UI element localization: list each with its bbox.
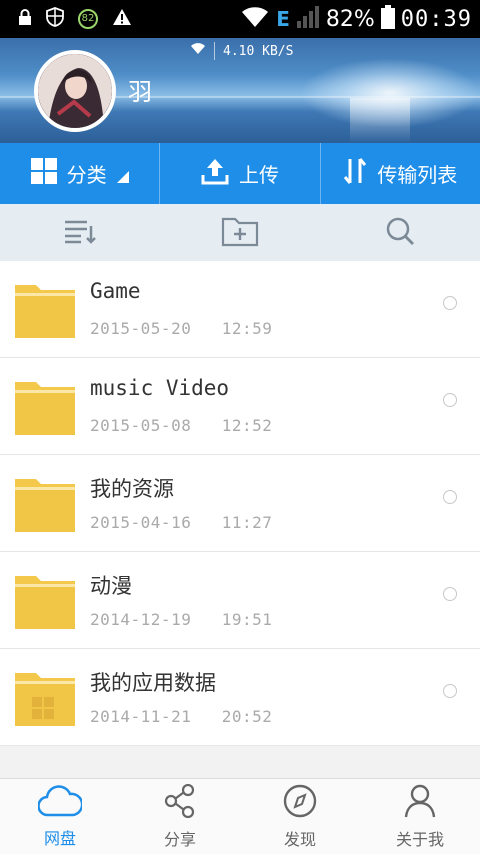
file-date: 2015-05-08 12:52 bbox=[90, 416, 273, 435]
folder-icon bbox=[14, 283, 76, 339]
compass-icon bbox=[283, 784, 317, 822]
wifi-small-icon bbox=[190, 43, 206, 59]
profile-header: 4.10 KB/S 羽 bbox=[0, 38, 480, 143]
list-item[interactable]: music Video 2015-05-08 12:52 bbox=[0, 358, 480, 455]
cloud-icon bbox=[37, 784, 84, 821]
share-icon bbox=[164, 783, 196, 822]
battery-percent: 82% bbox=[325, 6, 375, 32]
avatar[interactable] bbox=[34, 50, 116, 132]
list-item[interactable]: 我的资源 2015-04-16 11:27 bbox=[0, 455, 480, 552]
dropdown-triangle-icon bbox=[116, 159, 129, 188]
file-list: Game 2015-05-20 12:59 music Video 2015-0… bbox=[0, 261, 480, 746]
tab-label: 发现 bbox=[283, 829, 316, 849]
file-name: Game bbox=[90, 279, 141, 303]
select-radio[interactable] bbox=[443, 296, 457, 310]
list-footer-spacer bbox=[0, 746, 480, 778]
tab-label: 网盘 bbox=[43, 828, 76, 848]
tab-discover[interactable]: 发现 bbox=[240, 779, 360, 854]
folder-icon bbox=[14, 574, 76, 630]
status-bar: 82 E 82% 00:39 bbox=[0, 0, 480, 38]
shield-icon bbox=[46, 7, 64, 31]
app-data-folder-icon bbox=[14, 671, 76, 727]
file-name: 动漫 bbox=[90, 574, 132, 598]
grid-icon bbox=[30, 158, 57, 189]
tab-cloud-drive[interactable]: 网盘 bbox=[0, 779, 120, 854]
wifi-icon bbox=[240, 6, 270, 32]
file-name: 我的资源 bbox=[90, 477, 174, 501]
tab-share[interactable]: 分享 bbox=[120, 779, 240, 854]
category-button[interactable]: 分类 bbox=[0, 143, 159, 204]
battery-icon bbox=[380, 5, 395, 33]
tab-label: 分享 bbox=[163, 829, 196, 849]
list-item[interactable]: 我的应用数据 2014-11-21 20:52 bbox=[0, 649, 480, 746]
select-radio[interactable] bbox=[443, 490, 457, 504]
file-name: music Video bbox=[90, 376, 230, 400]
warning-icon bbox=[112, 8, 132, 30]
select-radio[interactable] bbox=[443, 684, 457, 698]
new-folder-icon bbox=[221, 215, 259, 251]
category-label: 分类 bbox=[66, 163, 107, 187]
upload-button[interactable]: 上传 bbox=[159, 143, 319, 204]
select-radio[interactable] bbox=[443, 587, 457, 601]
transfer-speed: 4.10 KB/S bbox=[190, 42, 293, 60]
transfer-list-label: 传输列表 bbox=[377, 163, 458, 187]
username[interactable]: 羽 bbox=[128, 72, 152, 107]
search-button[interactable] bbox=[320, 204, 480, 261]
tab-label: 关于我 bbox=[395, 829, 444, 849]
file-name: 我的应用数据 bbox=[90, 671, 216, 695]
person-icon bbox=[404, 784, 436, 822]
file-date: 2015-05-20 12:59 bbox=[90, 319, 273, 338]
status-badge: 82 bbox=[78, 9, 98, 29]
bottom-nav: 网盘 分享 发现 关于我 bbox=[0, 778, 480, 854]
list-item[interactable]: 动漫 2014-12-19 19:51 bbox=[0, 552, 480, 649]
file-date: 2015-04-16 11:27 bbox=[90, 513, 273, 532]
transfer-icon bbox=[343, 157, 367, 190]
search-icon bbox=[385, 216, 415, 250]
tab-about-me[interactable]: 关于我 bbox=[360, 779, 480, 854]
clock: 00:39 bbox=[400, 6, 472, 32]
toolbar bbox=[0, 204, 480, 261]
transfer-list-button[interactable]: 传输列表 bbox=[319, 143, 480, 204]
file-date: 2014-11-21 20:52 bbox=[90, 707, 273, 726]
list-item[interactable]: Game 2015-05-20 12:59 bbox=[0, 261, 480, 358]
action-bar: 分类 上传 传输列表 bbox=[0, 143, 480, 204]
select-radio[interactable] bbox=[443, 393, 457, 407]
sort-button[interactable] bbox=[0, 204, 160, 261]
sort-list-icon bbox=[63, 218, 97, 248]
upload-label: 上传 bbox=[238, 163, 279, 187]
network-type-label: E bbox=[276, 7, 290, 31]
lock-icon bbox=[18, 9, 32, 29]
upload-icon bbox=[201, 157, 229, 190]
folder-icon bbox=[14, 477, 76, 533]
new-folder-button[interactable] bbox=[160, 204, 320, 261]
speed-value: 4.10 KB/S bbox=[223, 43, 294, 59]
folder-icon bbox=[14, 380, 76, 436]
file-date: 2014-12-19 19:51 bbox=[90, 610, 273, 629]
signal-icon bbox=[296, 5, 320, 33]
